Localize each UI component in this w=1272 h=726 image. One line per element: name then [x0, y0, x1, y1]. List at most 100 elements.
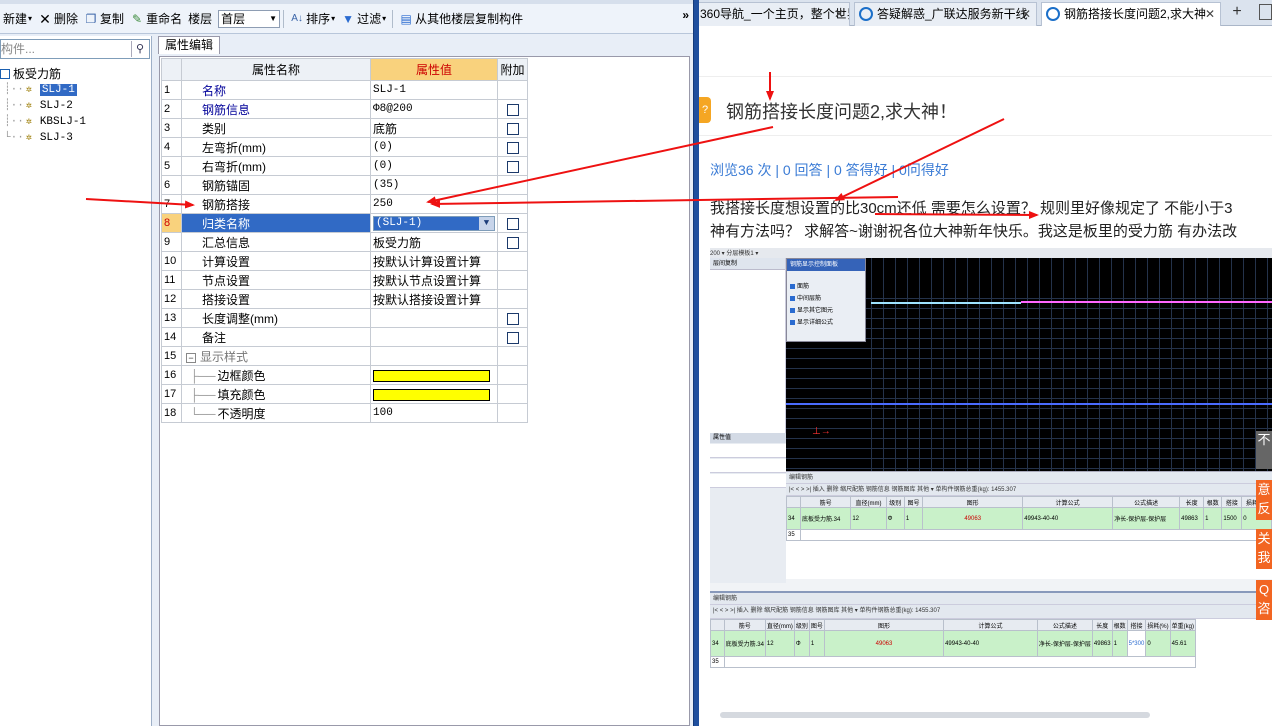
extra-checkbox[interactable]: [506, 331, 519, 344]
property-group-row[interactable]: 15− 显示样式: [161, 346, 528, 366]
property-value[interactable]: (0): [370, 137, 498, 157]
extra-checkbox[interactable]: [506, 103, 519, 116]
extra-checkbox[interactable]: [506, 312, 519, 325]
shot-cell: 49863: [1179, 507, 1205, 530]
copy-floor-icon: ▤: [400, 11, 412, 26]
tree-connector: ├──: [190, 368, 216, 383]
property-value[interactable]: [370, 327, 498, 347]
tree-item-slj-2[interactable]: ┊·· ✲ SLJ-2: [0, 98, 150, 114]
property-value[interactable]: [370, 308, 498, 328]
extra-checkbox[interactable]: [506, 217, 519, 230]
tab-property-edit[interactable]: 属性编辑: [158, 36, 220, 54]
property-value[interactable]: SLJ-1: [370, 80, 498, 100]
index-header: [161, 58, 182, 81]
component-search-input[interactable]: 构件... ⚲: [0, 39, 150, 59]
property-value[interactable]: (0): [370, 156, 498, 176]
extra-checkbox[interactable]: [506, 160, 519, 173]
property-value[interactable]: 按默认节点设置计算: [370, 270, 498, 290]
row-index: 16: [161, 365, 182, 385]
extra-checkbox[interactable]: [506, 122, 519, 135]
browser-tab-glodon[interactable]: 答疑解惑_广联达服务新干线 ✕: [854, 2, 1037, 26]
close-icon[interactable]: ✕: [1021, 3, 1031, 25]
extra-checkbox[interactable]: [506, 236, 519, 249]
side-button-top[interactable]: 不: [1256, 431, 1272, 469]
new-tab-button[interactable]: +: [1226, 2, 1248, 24]
browser-tab-active[interactable]: 钢筋搭接长度问题2,求大神 ✕: [1041, 2, 1221, 26]
border-color-swatch[interactable]: [373, 369, 490, 382]
floor-select[interactable]: 首层 ▼: [218, 9, 281, 28]
delete-button[interactable]: ✕ 删除: [35, 8, 81, 30]
fill-color-swatch[interactable]: [373, 388, 490, 401]
property-row[interactable]: 18 └── 不透明度 100: [161, 403, 528, 423]
property-value[interactable]: 100: [370, 403, 498, 423]
property-row[interactable]: 1 名称 SLJ-1: [161, 80, 528, 100]
desktop: { "toolbar": { "new_label": "新建", "delet…: [0, 0, 1272, 726]
combo-box[interactable]: (SLJ-1) ▼: [373, 215, 495, 231]
chevron-down-icon[interactable]: ▼: [479, 216, 494, 230]
close-icon[interactable]: ✕: [1205, 3, 1215, 25]
shot-cell: 1: [903, 507, 924, 530]
search-icon[interactable]: ⚲: [131, 41, 148, 57]
shot-dialog-spacer: [787, 271, 865, 281]
property-row[interactable]: 10 计算设置 按默认计算设置计算: [161, 251, 528, 271]
property-value[interactable]: (35): [370, 175, 498, 195]
property-value[interactable]: 按默认搭接设置计算: [370, 289, 498, 309]
tree-item-label: SLJ-1: [39, 84, 77, 96]
attached-screenshot[interactable]: 200 ▾ 分层模板1 ▾ 层间复制 ⊥→ 钢筋显示控制面板 面筋 中间层筋 显…: [710, 248, 1272, 726]
tree-item-label: KBSLJ-1: [39, 116, 87, 128]
border-color-cell[interactable]: [370, 365, 498, 385]
component-tree-panel: 构件... ⚲ 板受力筋 ┊·· ✲ SLJ-1 ┊·· ✲ SLJ-2 ┊·· ✲ KBSL…: [0, 36, 152, 726]
property-value[interactable]: 250: [370, 194, 498, 214]
property-row[interactable]: 16 ├── 边框颜色: [161, 365, 528, 385]
property-row-selected[interactable]: 8 归类名称 (SLJ-1) ▼: [161, 213, 528, 233]
browser-tab-360[interactable]: 360导航_一个主页，整个世界 ✕: [699, 2, 850, 26]
collapse-icon[interactable]: −: [186, 352, 196, 363]
property-row[interactable]: 12 搭接设置 按默认搭接设置计算: [161, 289, 528, 309]
cad-grid-line: [786, 418, 1272, 419]
close-icon[interactable]: ✕: [834, 3, 844, 25]
tree-root-node[interactable]: 板受力筋: [0, 66, 150, 82]
property-value[interactable]: 按默认计算设置计算: [370, 251, 498, 271]
shot-dialog-title: 钢筋显示控制面板: [787, 259, 865, 271]
shot-cell: 35: [710, 656, 725, 668]
property-value[interactable]: Φ8@200: [370, 99, 498, 119]
extra-checkbox[interactable]: [506, 141, 519, 154]
property-row[interactable]: 9 汇总信息 板受力筋: [161, 232, 528, 252]
property-row[interactable]: 3 类别 底筋: [161, 118, 528, 138]
property-row-lap[interactable]: 7 钢筋搭接 250: [161, 194, 528, 214]
filter-button[interactable]: ▼ 过滤 ▾: [338, 8, 389, 30]
tree-item-slj-1[interactable]: ┊·· ✲ SLJ-1: [0, 82, 150, 98]
property-value-editor[interactable]: (SLJ-1) ▼: [370, 213, 498, 233]
sort-button[interactable]: A↓ 排序 ▾: [287, 8, 338, 30]
property-value[interactable]: 板受力筋: [370, 232, 498, 252]
property-row[interactable]: 6 钢筋锚固 (35): [161, 175, 528, 195]
property-row[interactable]: 5 右弯折(mm) (0): [161, 156, 528, 176]
new-button[interactable]: 新建 ▾: [0, 8, 35, 30]
property-row[interactable]: 11 节点设置 按默认节点设置计算: [161, 270, 528, 290]
copy-button[interactable]: ❐ 复制: [81, 8, 127, 30]
rename-button[interactable]: ✎ 重命名: [127, 8, 185, 30]
side-button-follow[interactable]: 关我: [1256, 529, 1272, 569]
copy-from-floor-button[interactable]: ▤ 从其他楼层复制构件: [396, 8, 526, 30]
property-value[interactable]: 底筋: [370, 118, 498, 138]
side-button-feedback[interactable]: 意反: [1256, 480, 1272, 520]
rename-icon: ✎: [132, 11, 143, 26]
tree-expand-icon[interactable]: [0, 69, 10, 79]
shot-dialog-item: 中间层筋: [787, 293, 865, 305]
tree-item-slj-3[interactable]: └·· ✲ SLJ-3: [0, 130, 150, 146]
property-row[interactable]: 2 钢筋信息 Φ8@200: [161, 99, 528, 119]
property-row[interactable]: 17 ├── 填充颜色: [161, 384, 528, 404]
property-row[interactable]: 13 长度调整(mm): [161, 308, 528, 328]
cad-axis-line: [786, 403, 1272, 405]
property-row[interactable]: 14 备注: [161, 327, 528, 347]
property-name: 汇总信息: [181, 232, 371, 252]
shot-col: [710, 619, 725, 631]
shot-rebar-editor: 编辑钢筋 |< < > >| 插入 删除 缩尺配筋 钢筋信息 钢筋图库 其他 ▾…: [786, 471, 1272, 579]
tab-list-icon[interactable]: [1259, 4, 1272, 20]
tree-item-kbslj-1[interactable]: ┊·· ✲ KBSLJ-1: [0, 114, 150, 130]
property-row[interactable]: 4 左弯折(mm) (0): [161, 137, 528, 157]
side-button-qq[interactable]: Q咨: [1256, 580, 1272, 620]
overflow-chevron-icon[interactable]: »: [682, 8, 689, 22]
cad-grid-line: [786, 378, 1272, 379]
fill-color-cell[interactable]: [370, 384, 498, 404]
